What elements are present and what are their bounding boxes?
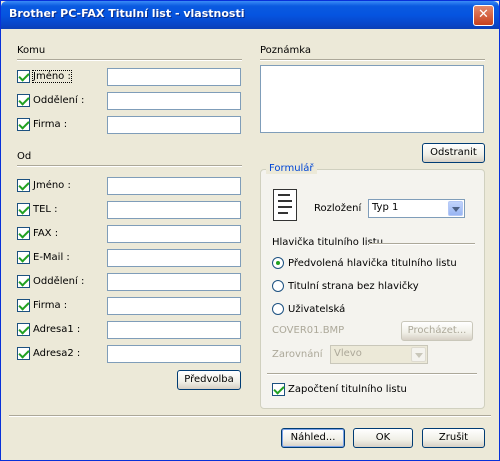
to-company-checkbox[interactable]: Firma : bbox=[17, 118, 67, 132]
radio-custom[interactable]: Uživatelská bbox=[272, 303, 345, 317]
to-company-label: Firma : bbox=[33, 119, 68, 130]
to-name-checkbox[interactable]: Jméno : bbox=[17, 70, 72, 84]
from-fax-input[interactable] bbox=[107, 225, 241, 243]
clear-note-button[interactable]: Odstranit bbox=[422, 143, 485, 163]
footer-divider bbox=[9, 415, 491, 417]
close-icon: ✕ bbox=[478, 7, 489, 22]
checkbox-checked-icon bbox=[17, 299, 30, 312]
checkbox-checked-icon bbox=[17, 94, 30, 107]
layout-select[interactable]: Typ 1 bbox=[368, 199, 465, 218]
from-name-input[interactable] bbox=[107, 177, 241, 195]
from-address1-checkbox[interactable]: Adresa1 : bbox=[17, 323, 80, 337]
from-section-divider bbox=[17, 165, 242, 167]
to-section-divider bbox=[17, 59, 242, 61]
from-email-label: E-Mail : bbox=[33, 252, 70, 263]
window-title: Brother PC-FAX Titulní list - vlastnosti bbox=[9, 7, 245, 20]
radio-empty-icon bbox=[272, 280, 284, 292]
checkbox-checked-icon bbox=[17, 275, 30, 288]
from-email-checkbox[interactable]: E-Mail : bbox=[17, 251, 70, 265]
from-company-checkbox[interactable]: Firma : bbox=[17, 299, 67, 313]
layout-label: Rozložení bbox=[314, 203, 362, 214]
browse-button[interactable]: Procházet... bbox=[401, 321, 473, 341]
to-department-input[interactable] bbox=[107, 92, 241, 110]
ok-button[interactable]: OK bbox=[353, 428, 413, 448]
to-section-label: Komu bbox=[17, 45, 46, 56]
from-phone-checkbox[interactable]: TEL : bbox=[17, 203, 58, 217]
count-cover-checkbox[interactable]: Započtení titulního listu bbox=[272, 383, 407, 397]
format-divider bbox=[267, 373, 477, 375]
checkbox-checked-icon bbox=[17, 203, 30, 216]
chevron-down-icon[interactable] bbox=[448, 201, 463, 216]
note-divider bbox=[260, 59, 485, 61]
layout-select-value: Typ 1 bbox=[372, 202, 399, 213]
preview-button[interactable]: Náhled... bbox=[281, 428, 345, 448]
note-textarea[interactable] bbox=[260, 65, 484, 133]
radio-empty-icon bbox=[272, 303, 284, 315]
radio-no-header-label: Titulní strana bez hlavičky bbox=[288, 280, 419, 292]
checkbox-checked-icon bbox=[17, 347, 30, 360]
from-address2-input[interactable] bbox=[107, 345, 241, 363]
preset-button[interactable]: Předvolba bbox=[177, 370, 241, 390]
from-address2-checkbox[interactable]: Adresa2 : bbox=[17, 347, 80, 361]
from-name-checkbox[interactable]: Jméno : bbox=[17, 179, 71, 193]
radio-selected-icon bbox=[272, 257, 284, 269]
from-address1-label: Adresa1 : bbox=[33, 324, 81, 335]
from-phone-input[interactable] bbox=[107, 201, 241, 219]
to-department-checkbox[interactable]: Oddělení : bbox=[17, 94, 84, 108]
header-section-divider bbox=[369, 243, 475, 245]
checkbox-checked-icon bbox=[272, 383, 285, 396]
to-department-label: Oddělení : bbox=[33, 95, 85, 106]
from-address2-label: Adresa2 : bbox=[33, 348, 81, 359]
align-select-value: Vlevo bbox=[334, 348, 362, 359]
from-address1-input[interactable] bbox=[107, 321, 241, 339]
to-company-input[interactable] bbox=[107, 116, 241, 134]
align-select[interactable]: Vlevo bbox=[330, 345, 428, 364]
to-name-input[interactable] bbox=[107, 68, 241, 86]
from-fax-checkbox[interactable]: FAX : bbox=[17, 227, 58, 241]
from-section-label: Od bbox=[17, 151, 32, 162]
checkbox-checked-icon bbox=[17, 118, 30, 131]
dialog-window: Brother PC-FAX Titulní list - vlastnosti… bbox=[0, 0, 500, 461]
from-company-label: Firma : bbox=[33, 300, 68, 311]
checkbox-checked-icon bbox=[17, 251, 30, 264]
from-email-input[interactable] bbox=[107, 249, 241, 267]
count-cover-label: Započtení titulního listu bbox=[288, 384, 407, 395]
checkbox-checked-icon bbox=[17, 70, 30, 83]
radio-default-header[interactable]: Předvolená hlavička titulního listu bbox=[272, 257, 457, 271]
title-bar[interactable]: Brother PC-FAX Titulní list - vlastnosti… bbox=[1, 1, 499, 29]
note-label: Poznámka bbox=[260, 45, 311, 56]
from-department-checkbox[interactable]: Oddělení : bbox=[17, 275, 84, 289]
from-fax-label: FAX : bbox=[33, 228, 59, 239]
header-section-label: Hlavička titulního listu bbox=[272, 237, 384, 248]
radio-default-header-label: Předvolená hlavička titulního listu bbox=[288, 257, 457, 269]
close-button[interactable]: ✕ bbox=[473, 5, 494, 26]
cover-file-name: COVER01.BMP bbox=[272, 325, 345, 336]
document-icon bbox=[273, 189, 297, 221]
from-name-label: Jméno : bbox=[33, 180, 71, 191]
checkbox-checked-icon bbox=[17, 227, 30, 240]
align-label: Zarovnání bbox=[272, 349, 323, 360]
from-company-input[interactable] bbox=[107, 297, 241, 315]
radio-custom-label: Uživatelská bbox=[288, 303, 346, 315]
from-phone-label: TEL : bbox=[33, 204, 58, 215]
cancel-button[interactable]: Zrušit bbox=[422, 428, 485, 448]
checkbox-checked-icon bbox=[17, 179, 30, 192]
chevron-down-icon[interactable] bbox=[411, 347, 426, 362]
format-group-title: Formulář bbox=[266, 163, 317, 174]
to-name-label: Jméno : bbox=[32, 70, 72, 83]
radio-no-header[interactable]: Titulní strana bez hlavičky bbox=[272, 280, 419, 294]
from-department-input[interactable] bbox=[107, 273, 241, 291]
from-department-label: Oddělení : bbox=[33, 276, 85, 287]
checkbox-checked-icon bbox=[17, 323, 30, 336]
